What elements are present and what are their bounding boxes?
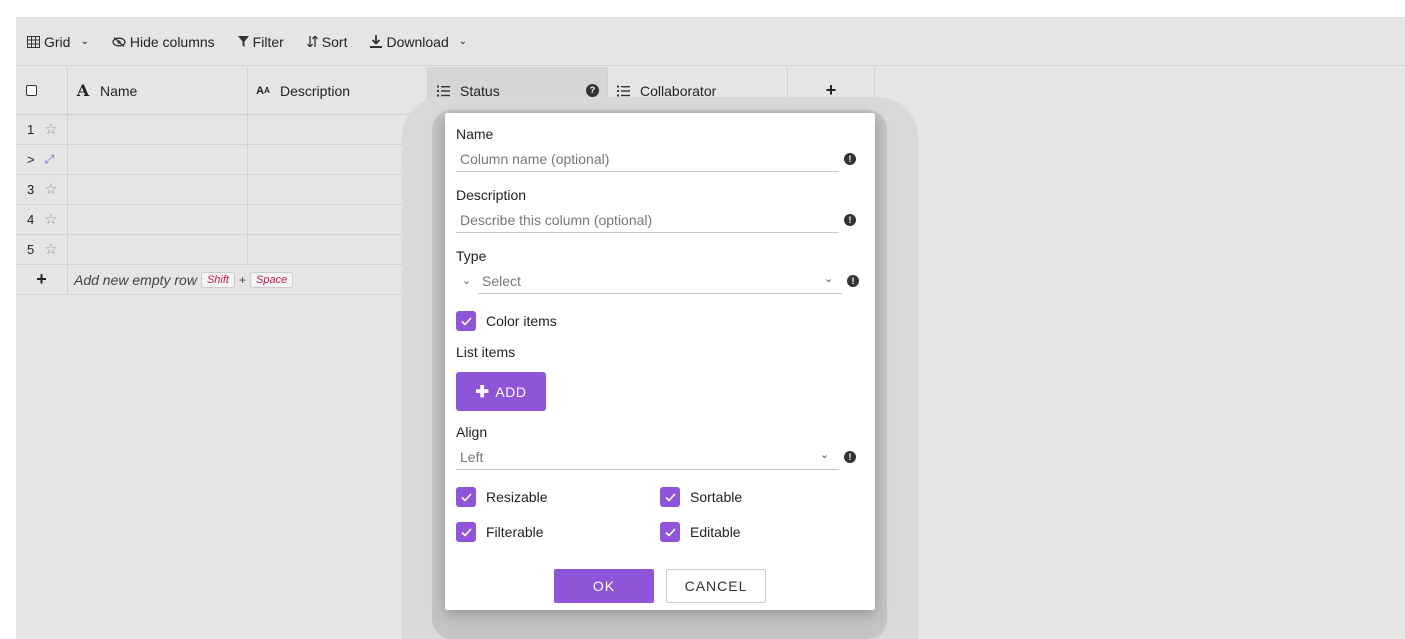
chevron-down-icon: ⌄ <box>80 36 89 47</box>
text-small-type-icon: AA <box>256 84 270 97</box>
check-icon <box>460 527 472 537</box>
add-row-label: Add new empty row <box>74 271 197 288</box>
chevron-down-icon[interactable]: ⌄ <box>820 448 829 461</box>
download-label: Download <box>386 33 449 50</box>
column-name-input[interactable]: Column name (optional) <box>456 146 839 172</box>
chevron-down-icon: ⌄ <box>458 36 468 47</box>
grid-view-label: Grid <box>44 33 71 50</box>
cell[interactable] <box>68 145 248 174</box>
filterable-checkbox[interactable] <box>456 522 476 542</box>
type-label: Type <box>456 248 487 264</box>
type-select[interactable]: Select <box>478 268 842 294</box>
row-number-cell: 3 ☆ <box>16 175 68 204</box>
hide-columns-button[interactable]: Hide columns <box>112 34 215 50</box>
row-number: 4 <box>27 212 35 227</box>
filter-label: Filter <box>252 33 284 50</box>
align-select[interactable]: Left <box>456 444 839 470</box>
star-icon[interactable]: ☆ <box>44 122 57 137</box>
select-all-checkbox[interactable] <box>26 85 37 96</box>
sort-icon <box>306 36 318 47</box>
editable-label: Editable <box>690 524 741 540</box>
sort-button[interactable]: Sort <box>306 33 348 50</box>
color-items-checkbox[interactable] <box>456 311 476 331</box>
add-row-plus-icon[interactable]: + <box>16 265 68 294</box>
expand-icon[interactable]: ⤢ <box>45 152 55 167</box>
check-icon <box>664 527 676 537</box>
column-header-description[interactable]: AA Description <box>248 67 428 114</box>
space-key-badge: Space <box>249 271 294 288</box>
table-icon <box>27 35 40 48</box>
check-icon <box>460 492 472 502</box>
cell[interactable] <box>248 115 428 144</box>
check-icon <box>460 316 472 326</box>
row-number-cell: 4 ☆ <box>16 205 68 234</box>
key-plus-sign: + <box>238 272 246 287</box>
info-icon: ! <box>847 275 859 287</box>
select-all-cell <box>16 67 68 114</box>
row-number-cell: 1 ☆ <box>16 115 68 144</box>
eye-slash-icon <box>112 36 126 47</box>
add-row-hint[interactable]: Add new empty row Shift + Space <box>68 265 294 294</box>
star-icon[interactable]: ☆ <box>44 212 57 227</box>
cancel-button[interactable]: CANCEL <box>666 569 766 603</box>
download-icon <box>370 35 383 48</box>
column-header-label: Name <box>100 82 138 99</box>
resizable-label: Resizable <box>486 489 548 505</box>
row-number: 1 <box>27 122 35 137</box>
sortable-label: Sortable <box>690 489 743 505</box>
cell[interactable] <box>248 175 428 204</box>
editable-checkbox[interactable] <box>660 522 680 542</box>
column-header-name[interactable]: A Name <box>68 67 248 114</box>
list-type-icon <box>614 85 632 97</box>
download-button[interactable]: Download ⌄ <box>370 34 467 50</box>
info-icon: ! <box>844 451 856 463</box>
add-button-label: ADD <box>495 383 527 400</box>
cell[interactable] <box>68 115 248 144</box>
align-label: Align <box>456 424 488 440</box>
chevron-down-icon[interactable]: ⌄ <box>462 274 471 287</box>
row-expand-chevron[interactable]: > <box>27 152 35 167</box>
filter-icon <box>237 36 249 47</box>
resizable-checkbox[interactable] <box>456 487 476 507</box>
cell[interactable] <box>68 175 248 204</box>
text-type-icon: A <box>76 81 90 100</box>
chevron-down-icon[interactable]: ⌄ <box>824 272 833 285</box>
sort-label: Sort <box>321 33 348 50</box>
help-icon[interactable]: ? <box>586 84 599 97</box>
description-label: Description <box>456 187 527 203</box>
row-number-cell: > ⤢ <box>16 145 68 174</box>
row-number-cell: 5 ☆ <box>16 235 68 264</box>
column-settings-dialog: Name Column name (optional) ! Descriptio… <box>445 113 875 610</box>
plus-icon: ✚ <box>475 383 490 401</box>
hide-columns-label: Hide columns <box>129 33 215 50</box>
cell[interactable] <box>248 235 428 264</box>
list-type-icon <box>434 85 452 97</box>
cell[interactable] <box>68 235 248 264</box>
row-number: 5 <box>27 242 35 257</box>
info-icon: ! <box>844 214 856 226</box>
cell[interactable] <box>248 145 428 174</box>
toolbar: Grid ⌄ Hide columns Filter Sort Download… <box>16 18 1405 66</box>
filter-button[interactable]: Filter <box>237 33 284 50</box>
sortable-checkbox[interactable] <box>660 487 680 507</box>
star-icon[interactable]: ☆ <box>44 242 57 257</box>
row-number: 3 <box>27 182 35 197</box>
check-icon <box>664 492 676 502</box>
column-description-input[interactable]: Describe this column (optional) <box>456 207 839 233</box>
color-items-label: Color items <box>486 313 557 329</box>
name-label: Name <box>456 126 494 142</box>
filterable-label: Filterable <box>486 524 544 540</box>
add-row-bar[interactable]: + Add new empty row Shift + Space <box>16 265 441 295</box>
column-header-label: Description <box>280 82 351 99</box>
star-icon[interactable]: ☆ <box>44 182 57 197</box>
ok-button[interactable]: OK <box>554 569 654 603</box>
list-items-label: List items <box>456 344 516 360</box>
grid-view-button[interactable]: Grid ⌄ <box>27 34 89 50</box>
cell[interactable] <box>68 205 248 234</box>
shift-key-badge: Shift <box>200 271 235 288</box>
info-icon: ! <box>844 153 856 165</box>
add-list-item-button[interactable]: ✚ ADD <box>456 372 546 411</box>
cell[interactable] <box>248 205 428 234</box>
